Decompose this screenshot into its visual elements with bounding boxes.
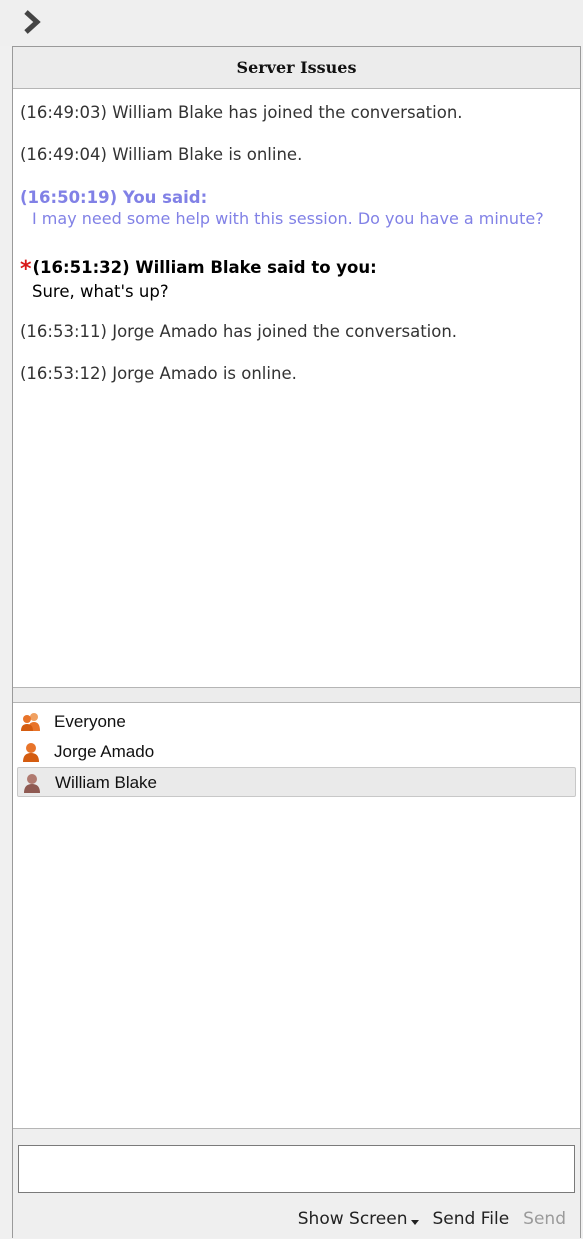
user-icon [24, 774, 40, 793]
transcript-line: (16:49:04) William Blake is online. [20, 145, 303, 164]
top-bar [0, 0, 583, 46]
own-message: (16:50:19) You said: I may need some hel… [20, 187, 574, 229]
participant-label: Everyone [54, 712, 126, 731]
unread-marker-icon: * [20, 257, 32, 282]
transcript-line: (16:49:03) William Blake has joined the … [20, 103, 463, 122]
composer: Show Screen Send File Send [13, 1128, 580, 1238]
user-icon [23, 743, 39, 762]
show-screen-button[interactable]: Show Screen [298, 1205, 419, 1233]
participant-everyone[interactable]: Everyone [17, 707, 576, 737]
incoming-message-body: Sure, what's up? [32, 282, 169, 301]
message-input[interactable] [18, 1145, 575, 1193]
transcript-line: (16:53:12) Jorge Amado is online. [20, 364, 297, 383]
own-message-header: (16:50:19) You said: [20, 188, 208, 207]
chevron-right-icon[interactable] [22, 9, 44, 35]
participant-label: William Blake [55, 773, 158, 792]
participant-list: Everyone Jorge Amado William Blake [13, 703, 580, 1128]
incoming-message-header: (16:51:32) William Blake said to you: [32, 258, 377, 277]
own-message-body: I may need some help with this session. … [32, 209, 544, 228]
transcript[interactable]: (16:49:03) William Blake has joined the … [13, 89, 580, 687]
conversation-panel: Server Issues (16:49:03) William Blake h… [12, 46, 581, 1238]
incoming-message: *(16:51:32) William Blake said to you: S… [20, 257, 574, 303]
pane-splitter[interactable] [13, 687, 580, 703]
dropdown-caret-icon [410, 1220, 419, 1225]
group-icon [21, 713, 40, 731]
send-file-button[interactable]: Send File [433, 1205, 510, 1233]
send-button[interactable]: Send [523, 1205, 566, 1233]
participant-jorge-amado[interactable]: Jorge Amado [17, 737, 576, 767]
chat-window: Server Issues (16:49:03) William Blake h… [0, 0, 583, 1239]
transcript-line: (16:53:11) Jorge Amado has joined the co… [20, 322, 458, 341]
conversation-title: Server Issues [13, 47, 580, 89]
participant-label: Jorge Amado [54, 742, 155, 761]
action-bar: Show Screen Send File Send [298, 1205, 566, 1233]
show-screen-label: Show Screen [297, 1209, 408, 1229]
participant-william-blake[interactable]: William Blake [17, 767, 576, 797]
